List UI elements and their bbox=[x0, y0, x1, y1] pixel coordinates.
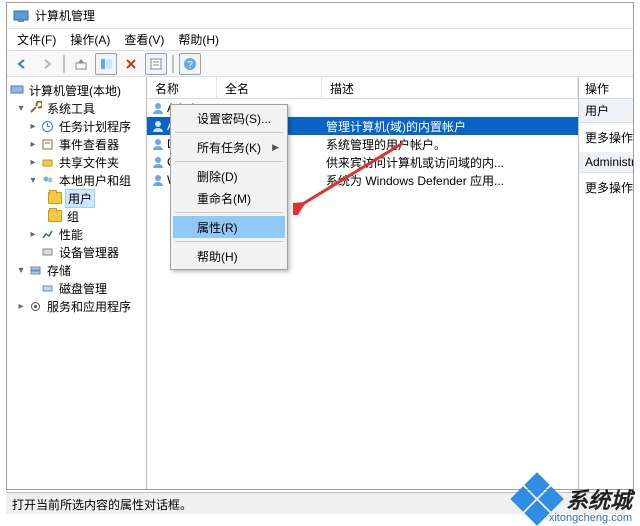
nav-back-button[interactable] bbox=[11, 53, 33, 75]
disk-icon bbox=[39, 281, 55, 295]
expand-icon[interactable]: ▸ bbox=[27, 229, 39, 240]
col-name[interactable]: 名称 bbox=[147, 77, 217, 98]
collapse-icon[interactable]: ▾ bbox=[27, 175, 39, 186]
user-desc: 管理计算机(域)的内置帐户 bbox=[322, 118, 578, 135]
device-icon bbox=[39, 245, 55, 259]
tree-share[interactable]: 共享文件夹 bbox=[57, 154, 121, 171]
menu-separator bbox=[175, 132, 283, 133]
properties-button[interactable] bbox=[145, 53, 167, 75]
menu-separator bbox=[175, 241, 283, 242]
menubar: 文件(F) 操作(A) 查看(V) 帮助(H) bbox=[7, 29, 633, 51]
user-icon bbox=[151, 119, 165, 133]
actions-more-1[interactable]: 更多操作 bbox=[579, 123, 633, 152]
svg-text:?: ? bbox=[187, 60, 193, 71]
share-icon bbox=[39, 155, 55, 169]
watermark-brand: 系统城 bbox=[566, 483, 632, 515]
tree-localusers[interactable]: 本地用户和组 bbox=[57, 172, 133, 189]
menu-file[interactable]: 文件(F) bbox=[11, 29, 62, 50]
toolbar-sep2 bbox=[172, 55, 174, 73]
actions-more-2[interactable]: 更多操作 bbox=[579, 173, 633, 202]
tools-icon bbox=[27, 101, 43, 115]
menu-rename[interactable]: 重命名(M) bbox=[173, 187, 285, 209]
nav-fwd-button[interactable] bbox=[36, 53, 58, 75]
content-area: 计算机管理(本地) ▾ 系统工具 ▸ 任务计划程序 ▸ 事件查看器 ▸ 共享文件夹 ▾ 本… bbox=[7, 77, 633, 489]
user-icon bbox=[151, 137, 165, 151]
tree-services[interactable]: 服务和应用程序 bbox=[45, 298, 133, 315]
user-icon bbox=[151, 101, 165, 115]
context-menu: 设置密码(S)... 所有任务(K) 删除(D) 重命名(M) 属性(R) 帮助… bbox=[170, 104, 288, 270]
tree-systools[interactable]: 系统工具 bbox=[45, 100, 97, 117]
tree-event[interactable]: 事件查看器 bbox=[57, 136, 121, 153]
menu-delete[interactable]: 删除(D) bbox=[173, 165, 285, 187]
folder-icon bbox=[47, 191, 63, 205]
actions-header: 操作 bbox=[579, 77, 633, 99]
tree-diskmgr[interactable]: 磁盘管理 bbox=[57, 280, 109, 297]
tree-perf[interactable]: 性能 bbox=[57, 226, 85, 243]
toolbar: ? bbox=[7, 51, 633, 77]
toolbar-sep bbox=[63, 55, 65, 73]
menu-separator bbox=[175, 212, 283, 213]
computer-management-window: 计算机管理 文件(F) 操作(A) 查看(V) 帮助(H) ? 计算机管理(本地… bbox=[6, 2, 634, 490]
app-icon bbox=[13, 8, 29, 24]
actions-section-users: 用户 bbox=[579, 99, 633, 123]
expand-icon[interactable]: ▸ bbox=[27, 139, 39, 150]
menu-all-tasks[interactable]: 所有任务(K) bbox=[173, 136, 285, 158]
expand-icon[interactable]: ▸ bbox=[27, 157, 39, 168]
user-icon bbox=[151, 173, 165, 187]
menu-help[interactable]: 帮助(H) bbox=[173, 245, 285, 267]
tree-pane[interactable]: 计算机管理(本地) ▾ 系统工具 ▸ 任务计划程序 ▸ 事件查看器 ▸ 共享文件夹 ▾ 本… bbox=[7, 77, 147, 489]
details-pane-button[interactable] bbox=[95, 53, 117, 75]
computer-icon bbox=[9, 83, 25, 97]
help-button[interactable]: ? bbox=[179, 53, 201, 75]
users-group-icon bbox=[39, 173, 55, 187]
list-header[interactable]: 名称 全名 描述 bbox=[147, 77, 578, 99]
menu-set-password[interactable]: 设置密码(S)... bbox=[173, 107, 285, 129]
expand-icon[interactable]: ▸ bbox=[15, 301, 27, 312]
event-icon bbox=[39, 137, 55, 151]
storage-icon bbox=[27, 263, 43, 277]
services-icon bbox=[27, 299, 43, 313]
delete-button[interactable] bbox=[120, 53, 142, 75]
collapse-icon[interactable]: ▾ bbox=[15, 265, 27, 276]
actions-section-admin: Administrat bbox=[579, 152, 633, 173]
folder-icon bbox=[47, 209, 63, 223]
menu-separator bbox=[175, 161, 283, 162]
menu-view[interactable]: 查看(V) bbox=[118, 29, 170, 50]
titlebar[interactable]: 计算机管理 bbox=[7, 3, 633, 29]
user-desc: 供来宾访问计算机或访问域的内... bbox=[322, 154, 578, 171]
col-desc[interactable]: 描述 bbox=[322, 77, 578, 98]
user-desc: 系统管理的用户帐户。 bbox=[322, 136, 578, 153]
user-icon bbox=[151, 155, 165, 169]
tree-users[interactable]: 用户 bbox=[65, 189, 95, 208]
menu-action[interactable]: 操作(A) bbox=[64, 29, 116, 50]
user-desc: 系统为 Windows Defender 应用... bbox=[322, 172, 578, 189]
perf-icon bbox=[39, 227, 55, 241]
col-full[interactable]: 全名 bbox=[217, 77, 322, 98]
menu-help[interactable]: 帮助(H) bbox=[172, 29, 225, 50]
tree-root[interactable]: 计算机管理(本地) bbox=[27, 82, 123, 99]
tree-storage[interactable]: 存储 bbox=[45, 262, 73, 279]
watermark: 系统城 xitongcheng.com bbox=[514, 476, 632, 522]
tree-groups[interactable]: 组 bbox=[65, 208, 81, 225]
actions-pane: 操作 用户 更多操作 Administrat 更多操作 bbox=[579, 77, 633, 489]
watermark-url: xitongcheng.com bbox=[549, 512, 632, 524]
menu-properties[interactable]: 属性(R) bbox=[173, 216, 285, 238]
clock-icon bbox=[39, 119, 55, 133]
expand-icon[interactable]: ▾ bbox=[15, 103, 27, 114]
tree-devmgr[interactable]: 设备管理器 bbox=[57, 244, 121, 261]
up-button[interactable] bbox=[70, 53, 92, 75]
window-title: 计算机管理 bbox=[35, 7, 95, 24]
tree-sched[interactable]: 任务计划程序 bbox=[57, 118, 133, 135]
expand-icon[interactable]: ▸ bbox=[27, 121, 39, 132]
